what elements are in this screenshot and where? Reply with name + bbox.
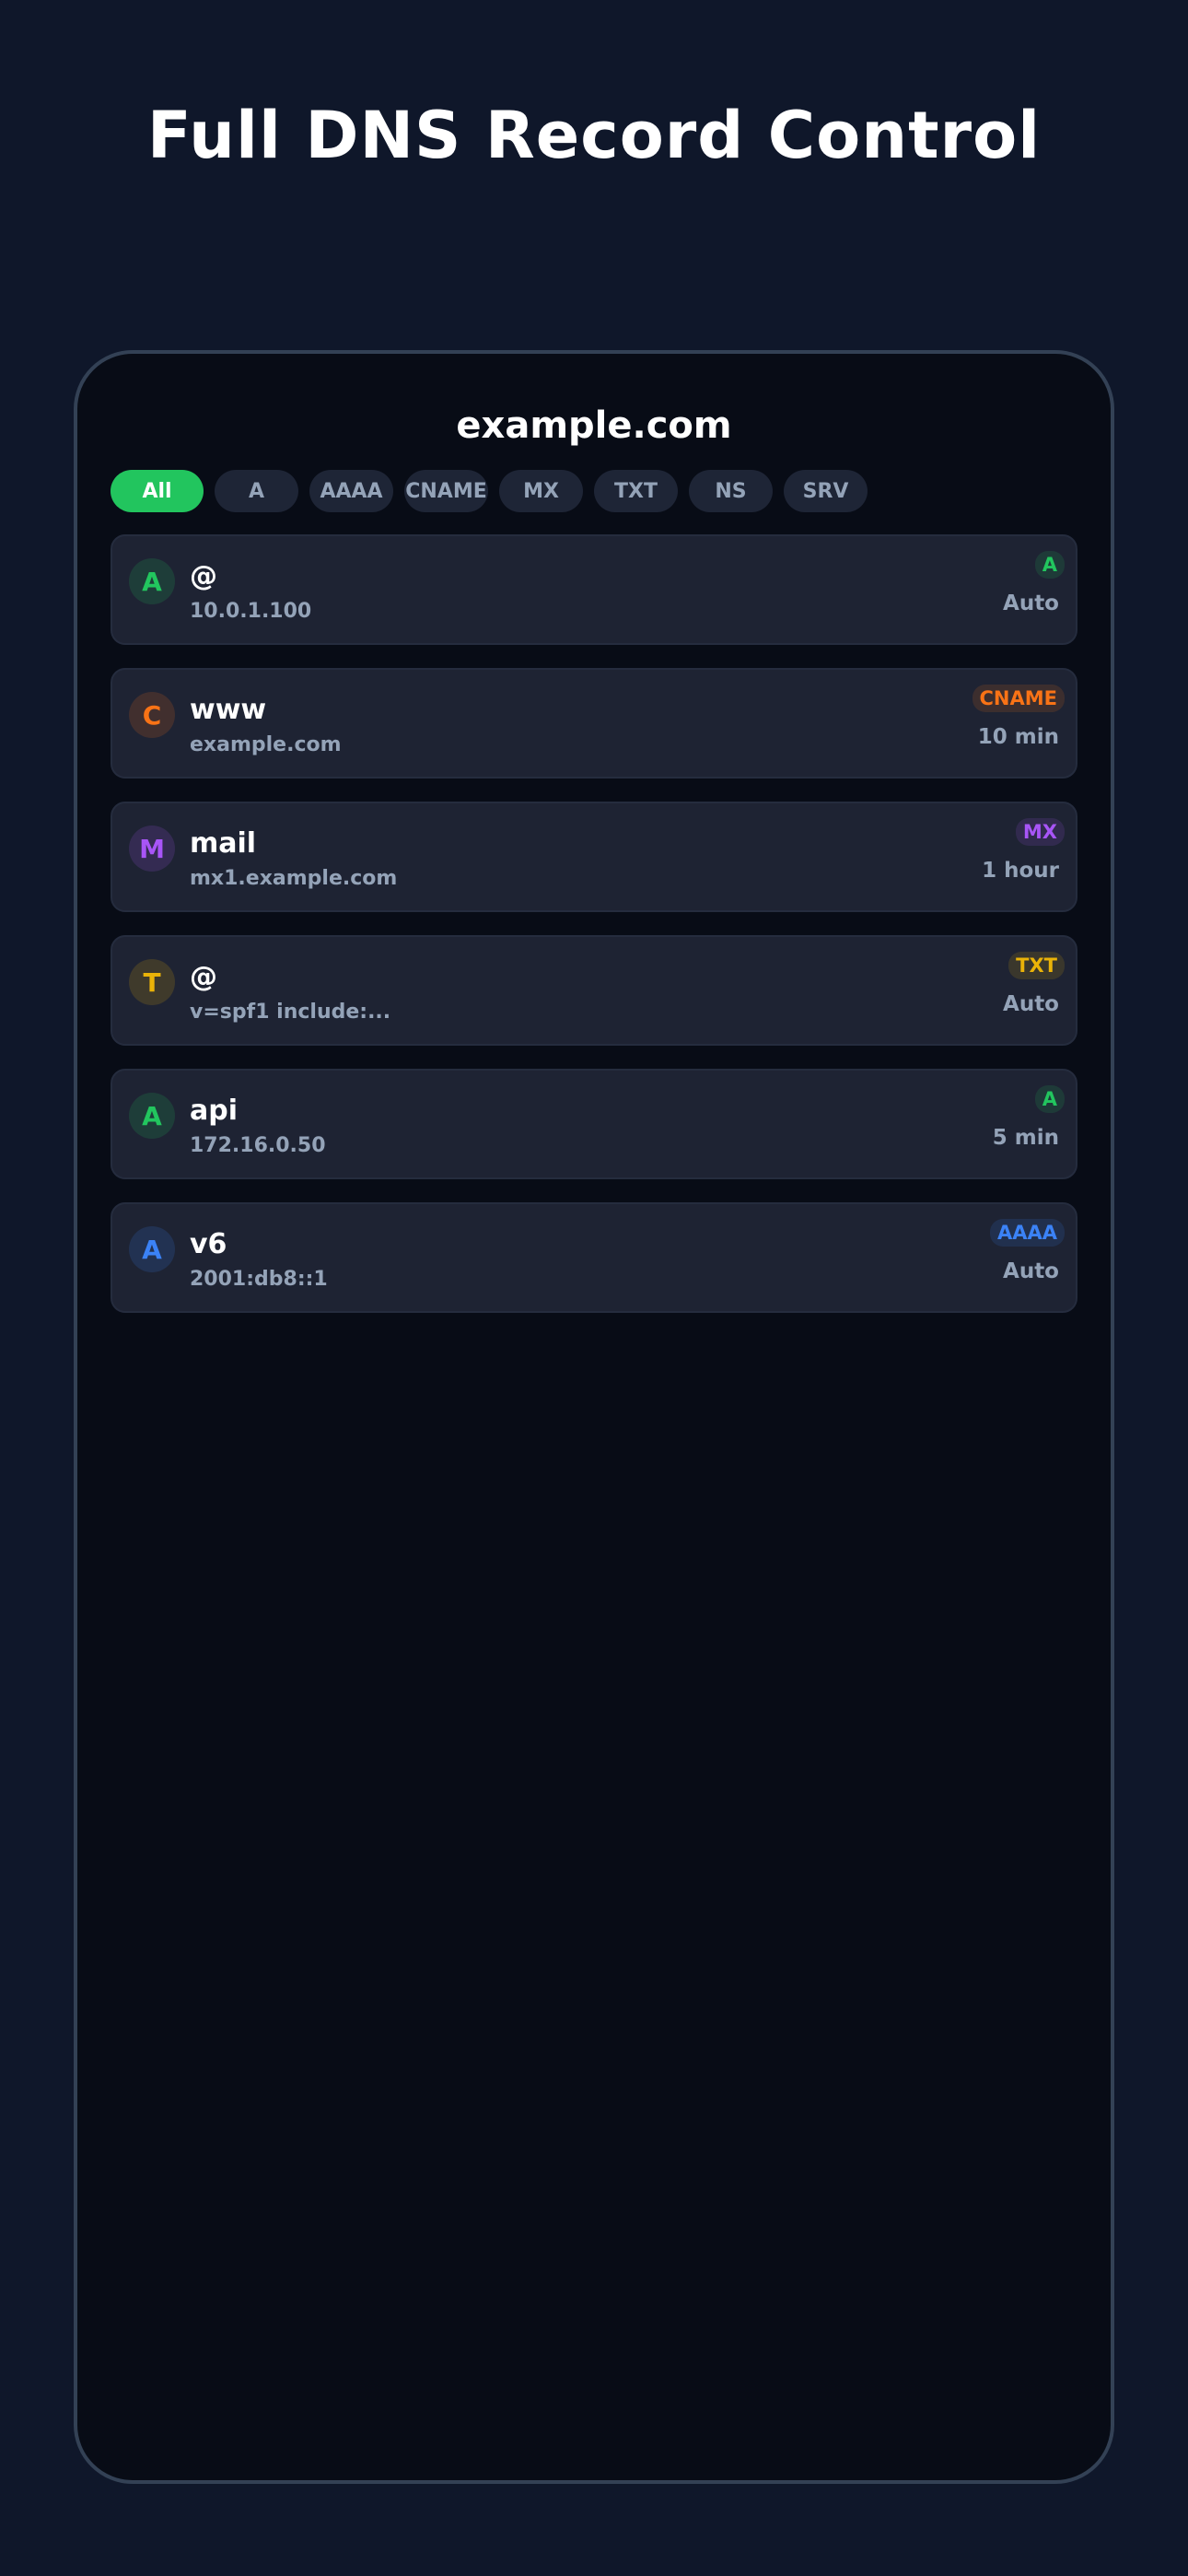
record-ttl: 10 min [977, 725, 1059, 749]
record-name: v6 [190, 1228, 227, 1260]
filter-chip-cname[interactable]: CNAME [404, 470, 488, 512]
filter-chip-all[interactable]: All [111, 470, 204, 512]
record-type-icon: C [129, 692, 175, 738]
dns-record-list: A @ 10.0.1.100 A Auto C www example.com … [111, 534, 1077, 1336]
filter-chip-ns[interactable]: NS [689, 470, 773, 512]
record-value: 2001:db8::1 [190, 1268, 328, 1291]
record-name: @ [190, 961, 217, 993]
record-ttl: Auto [1003, 1259, 1059, 1283]
record-value: example.com [190, 733, 342, 756]
phone-frame: example.com All A AAAA CNAME MX TXT NS S… [74, 350, 1114, 2484]
record-type-icon: A [129, 1093, 175, 1139]
record-type-icon: T [129, 959, 175, 1005]
record-ttl: Auto [1003, 591, 1059, 615]
filter-chip-txt[interactable]: TXT [594, 470, 678, 512]
dns-record-row[interactable]: C www example.com CNAME 10 min [111, 668, 1077, 779]
record-value: 172.16.0.50 [190, 1134, 326, 1157]
dns-record-row[interactable]: M mail mx1.example.com MX 1 hour [111, 802, 1077, 912]
record-type-badge: AAAA [989, 1219, 1065, 1247]
record-type-icon: A [129, 1226, 175, 1272]
record-ttl: 5 min [992, 1126, 1059, 1150]
record-type-badge: MX [1015, 818, 1065, 846]
domain-title: example.com [456, 404, 732, 447]
record-name: www [190, 694, 267, 726]
record-ttl: 1 hour [982, 859, 1059, 883]
filter-chip-aaaa[interactable]: AAAA [309, 470, 393, 512]
record-value: 10.0.1.100 [190, 600, 312, 623]
dns-record-row[interactable]: T @ v=spf1 include:... TXT Auto [111, 935, 1077, 1046]
record-type-badge: CNAME [972, 685, 1065, 712]
record-ttl: Auto [1003, 992, 1059, 1016]
record-type-badge: A [1034, 1085, 1065, 1113]
record-type-badge: TXT [1008, 952, 1065, 979]
record-type-icon: M [129, 825, 175, 872]
record-type-icon: A [129, 558, 175, 604]
dns-record-row[interactable]: A @ 10.0.1.100 A Auto [111, 534, 1077, 645]
record-value: v=spf1 include:... [190, 1001, 391, 1024]
record-name: api [190, 1095, 239, 1127]
page-headline: Full DNS Record Control [146, 98, 1042, 173]
record-type-badge: A [1034, 551, 1065, 579]
dns-record-row[interactable]: A v6 2001:db8::1 AAAA Auto [111, 1202, 1077, 1313]
record-value: mx1.example.com [190, 867, 398, 890]
record-name: @ [190, 560, 217, 592]
record-type-filters: All A AAAA CNAME MX TXT NS SRV [111, 470, 868, 512]
record-name: mail [190, 827, 257, 860]
dns-record-row[interactable]: A api 172.16.0.50 A 5 min [111, 1069, 1077, 1179]
filter-chip-mx[interactable]: MX [499, 470, 583, 512]
filter-chip-a[interactable]: A [215, 470, 298, 512]
filter-chip-srv[interactable]: SRV [784, 470, 868, 512]
